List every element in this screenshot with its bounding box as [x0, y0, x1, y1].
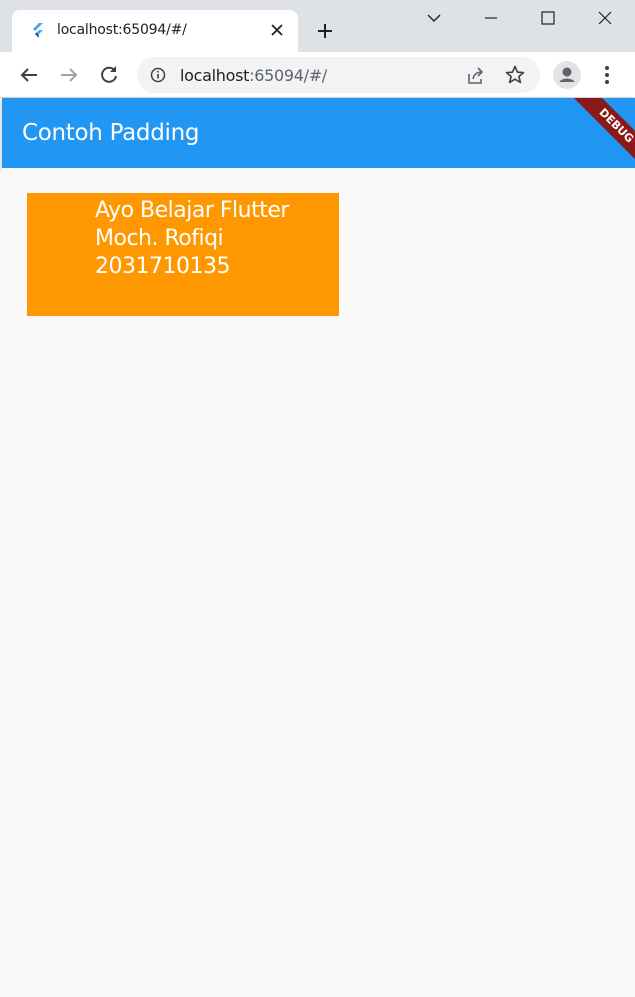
reload-icon[interactable]: [97, 63, 121, 87]
url-path: :65094/#/: [249, 66, 327, 85]
flutter-favicon-icon: [33, 23, 43, 38]
info-icon[interactable]: [150, 67, 166, 83]
back-arrow-icon[interactable]: [17, 63, 41, 87]
app-bar-title: Contoh Padding: [22, 120, 200, 146]
text-line-1: Ayo Belajar Flutter: [95, 198, 289, 223]
share-icon[interactable]: [465, 65, 487, 87]
browser-tab[interactable]: localhost:65094/#/: [12, 10, 298, 52]
minimize-icon[interactable]: [481, 8, 501, 28]
debug-banner: DEBUG: [563, 98, 635, 170]
forward-arrow-icon[interactable]: [57, 63, 81, 87]
tab-strip: localhost:65094/#/: [0, 0, 635, 52]
maximize-icon[interactable]: [538, 8, 558, 28]
close-icon[interactable]: [268, 21, 286, 39]
profile-icon[interactable]: [553, 61, 581, 89]
browser-toolbar: localhost:65094/#/: [0, 52, 635, 98]
url-host: localhost: [180, 66, 250, 85]
url-text[interactable]: localhost:65094/#/: [180, 66, 327, 85]
tab-title: localhost:65094/#/: [57, 22, 187, 38]
app-bar: Contoh Padding: [2, 98, 635, 168]
chevron-down-icon[interactable]: [424, 8, 444, 28]
star-icon[interactable]: [504, 64, 526, 86]
close-window-icon[interactable]: [595, 8, 615, 28]
text-line-2: Moch. Rofiqi: [95, 226, 224, 251]
address-bar[interactable]: localhost:65094/#/: [137, 57, 540, 93]
more-vert-icon[interactable]: [597, 63, 617, 87]
plus-icon[interactable]: [313, 19, 337, 43]
text-line-3: 2031710135: [95, 254, 230, 279]
debug-label: DEBUG: [570, 98, 635, 170]
container-text: Ayo Belajar Flutter Moch. Rofiqi 2031710…: [95, 197, 289, 281]
profile-glyph: [559, 67, 575, 82]
